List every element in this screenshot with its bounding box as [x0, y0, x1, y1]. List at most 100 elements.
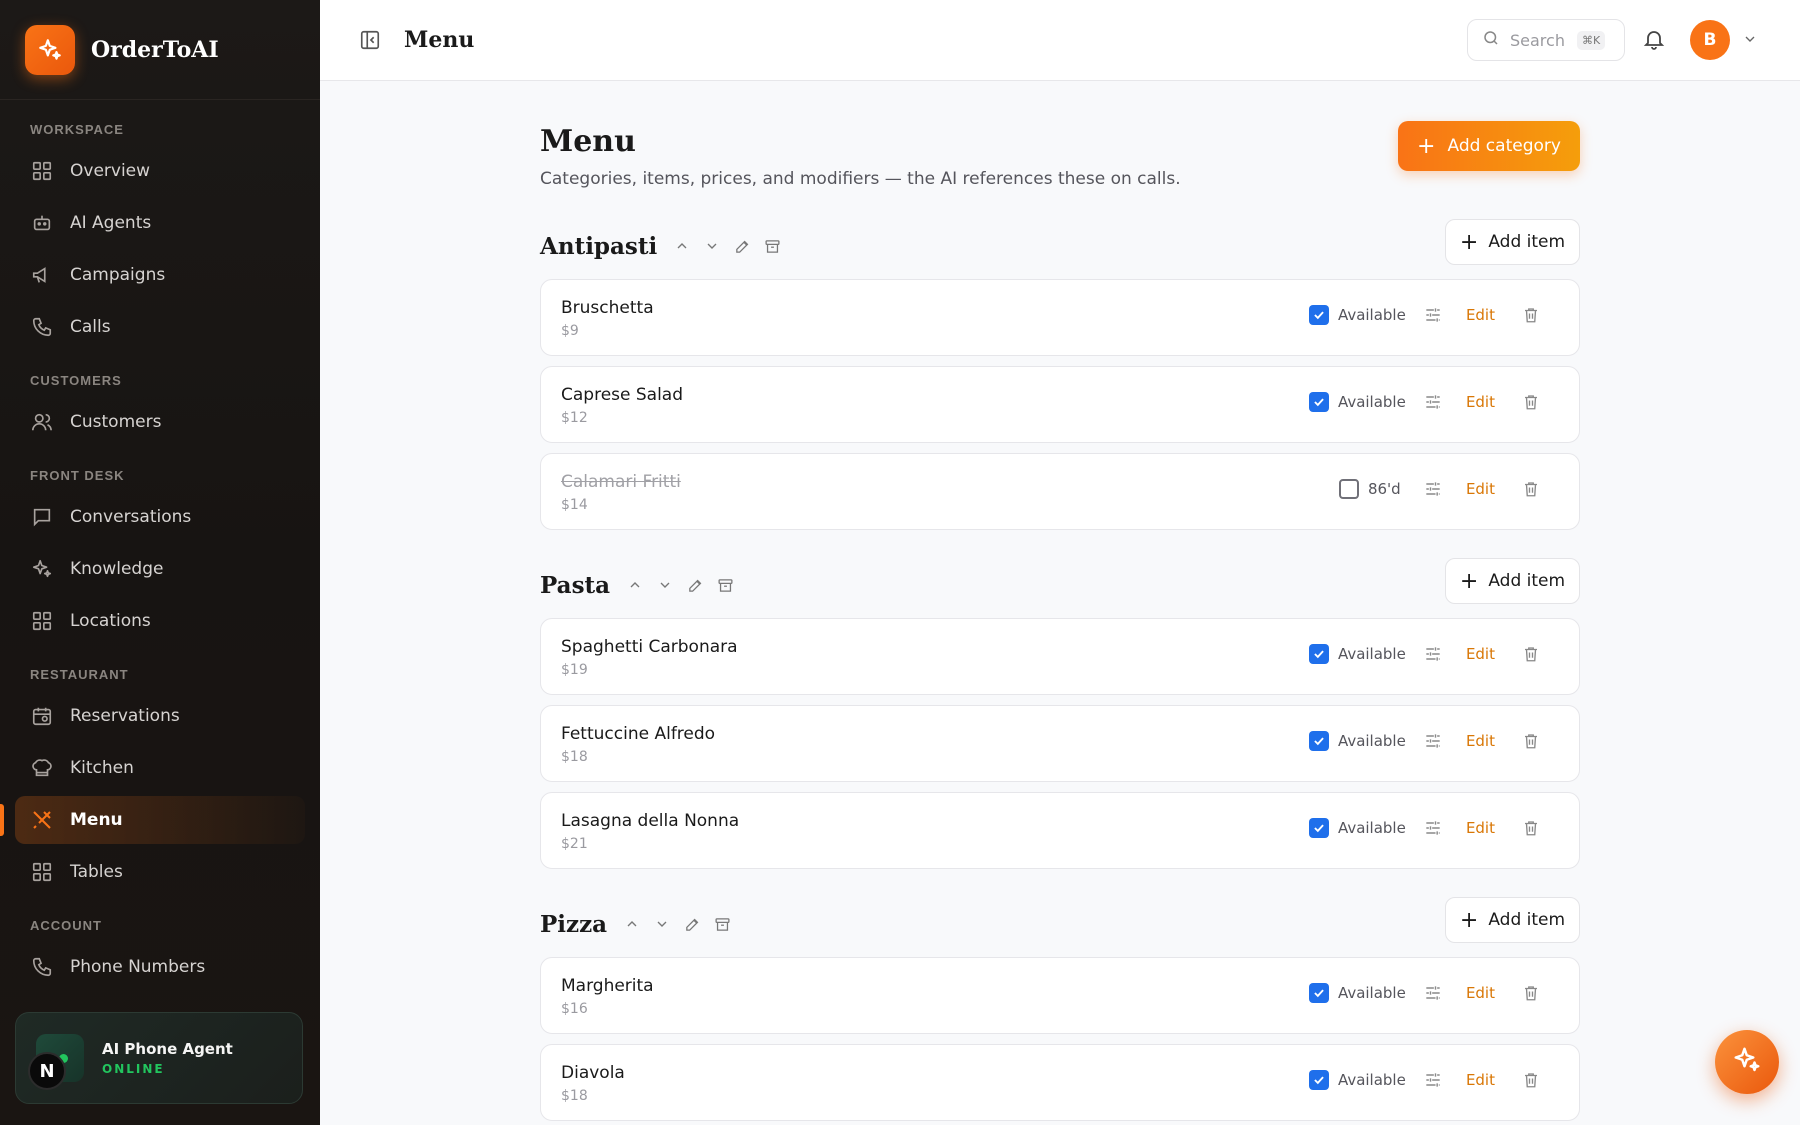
- sidebar-toggle-icon[interactable]: [358, 28, 382, 52]
- sidebar-item-ai-agents[interactable]: AI Agents: [15, 199, 305, 247]
- add-category-button[interactable]: + Add category: [1398, 121, 1580, 171]
- availability-checkbox[interactable]: [1308, 392, 1329, 412]
- category-header: Antipasti + Add item: [540, 217, 1580, 277]
- modifiers-icon[interactable]: [1422, 730, 1444, 752]
- page-subtitle: Categories, items, prices, and modifiers…: [540, 169, 1181, 189]
- sidebar-item-label: Customers: [70, 412, 162, 432]
- sidebar-item-label: Calls: [70, 317, 111, 337]
- pencil-icon[interactable]: [684, 574, 706, 596]
- chevron-down-icon[interactable]: [701, 235, 723, 257]
- topbar-title: Menu: [404, 27, 475, 53]
- edit-link[interactable]: Edit: [1466, 306, 1495, 324]
- pencil-icon[interactable]: [681, 913, 703, 935]
- nav-section-label: RESTAURANT: [30, 667, 129, 682]
- sidebar-item-overview[interactable]: Overview: [15, 147, 305, 195]
- category-tools: [621, 913, 733, 935]
- sparkles-logo-icon: [25, 24, 75, 75]
- chef-hat-icon: [30, 756, 54, 780]
- sidebar-item-menu[interactable]: Menu: [0, 796, 305, 844]
- archive-icon[interactable]: [711, 913, 733, 935]
- trash-icon[interactable]: [1521, 478, 1541, 500]
- trash-icon[interactable]: [1521, 304, 1541, 326]
- trash-icon[interactable]: [1521, 643, 1541, 665]
- trash-icon[interactable]: [1521, 982, 1541, 1004]
- chevron-up-icon[interactable]: [624, 574, 646, 596]
- trash-icon[interactable]: [1521, 817, 1541, 839]
- sidebar-item-tables[interactable]: Tables: [15, 848, 305, 896]
- agent-title: AI Phone Agent: [102, 1040, 233, 1058]
- edit-link[interactable]: Edit: [1466, 819, 1495, 837]
- modifiers-icon[interactable]: [1422, 643, 1444, 665]
- phone-icon: [30, 315, 54, 339]
- search-icon: [1482, 29, 1500, 51]
- trash-icon[interactable]: [1521, 730, 1541, 752]
- availability-checkbox[interactable]: [1308, 983, 1329, 1003]
- sidebar-item-locations[interactable]: Locations: [15, 597, 305, 645]
- sidebar-item-phone-numbers[interactable]: Phone Numbers: [15, 943, 305, 991]
- item-price: $19: [561, 662, 588, 678]
- chevron-up-icon[interactable]: [671, 235, 693, 257]
- archive-icon[interactable]: [761, 235, 783, 257]
- ai-assistant-fab[interactable]: [1715, 1030, 1779, 1094]
- modifiers-icon[interactable]: [1422, 304, 1444, 326]
- sidebar-item-knowledge[interactable]: Knowledge: [15, 545, 305, 593]
- item-name: Margherita: [561, 976, 654, 996]
- availability-checkbox[interactable]: [1308, 644, 1329, 664]
- sidebar-item-label: Tables: [70, 862, 123, 882]
- add-item-button[interactable]: + Add item: [1445, 219, 1580, 265]
- sidebar-item-customers[interactable]: Customers: [15, 398, 305, 446]
- sidebar-item-label: AI Agents: [70, 213, 152, 233]
- sidebar-item-campaigns[interactable]: Campaigns: [15, 251, 305, 299]
- menu-item-row: Spaghetti Carbonara $19 Available Edit: [540, 618, 1580, 695]
- sparkles-icon: [30, 557, 54, 581]
- sidebar-item-reservations[interactable]: Reservations: [15, 692, 305, 740]
- availability-checkbox[interactable]: [1338, 479, 1359, 499]
- item-price: $9: [561, 323, 579, 339]
- edit-link[interactable]: Edit: [1466, 393, 1495, 411]
- trash-icon[interactable]: [1521, 1069, 1541, 1091]
- topbar: Menu Search ⌘K B: [320, 0, 1800, 81]
- page-header: Menu Categories, items, prices, and modi…: [540, 81, 1580, 217]
- brand[interactable]: OrderToAI: [0, 0, 320, 100]
- category-name: Antipasti: [540, 233, 658, 260]
- trash-icon[interactable]: [1521, 391, 1541, 413]
- availability-checkbox[interactable]: [1308, 818, 1329, 838]
- availability-checkbox[interactable]: [1308, 1070, 1329, 1090]
- edit-link[interactable]: Edit: [1466, 732, 1495, 750]
- sidebar-item-label: Menu: [70, 810, 123, 830]
- sidebar-item-conversations[interactable]: Conversations: [15, 493, 305, 541]
- chevron-down-icon[interactable]: [1742, 31, 1758, 51]
- modifiers-icon[interactable]: [1422, 1069, 1444, 1091]
- nav-section-label: FRONT DESK: [30, 468, 125, 483]
- chevron-down-icon[interactable]: [651, 913, 673, 935]
- edit-link[interactable]: Edit: [1466, 480, 1495, 498]
- chevron-up-icon[interactable]: [621, 913, 643, 935]
- modifiers-icon[interactable]: [1422, 478, 1444, 500]
- item-price: $12: [561, 410, 588, 426]
- modifiers-icon[interactable]: [1422, 817, 1444, 839]
- add-item-button[interactable]: + Add item: [1445, 558, 1580, 604]
- add-item-button[interactable]: + Add item: [1445, 897, 1580, 943]
- search-button[interactable]: Search ⌘K: [1467, 19, 1625, 61]
- availability-checkbox[interactable]: [1308, 731, 1329, 751]
- modifiers-icon[interactable]: [1422, 391, 1444, 413]
- edit-link[interactable]: Edit: [1466, 1071, 1495, 1089]
- sidebar: OrderToAI WORKSPACE Overview AI Agents Camp…: [0, 0, 320, 1125]
- availability-checkbox[interactable]: [1308, 305, 1329, 325]
- calendar-icon: [30, 704, 54, 728]
- archive-icon[interactable]: [714, 574, 736, 596]
- user-avatar[interactable]: B: [1690, 20, 1730, 60]
- edit-link[interactable]: Edit: [1466, 645, 1495, 663]
- sidebar-item-kitchen[interactable]: Kitchen: [15, 744, 305, 792]
- ai-agent-card[interactable]: N AI Phone Agent ONLINE: [15, 1012, 303, 1104]
- modifiers-icon[interactable]: [1422, 982, 1444, 1004]
- edit-link[interactable]: Edit: [1466, 984, 1495, 1002]
- chevron-down-icon[interactable]: [654, 574, 676, 596]
- pencil-icon[interactable]: [731, 235, 753, 257]
- bell-icon[interactable]: [1642, 27, 1666, 55]
- availability-label: Available: [1337, 393, 1406, 411]
- sidebar-item-calls[interactable]: Calls: [15, 303, 305, 351]
- item-name: Bruschetta: [561, 298, 654, 318]
- item-price: $21: [561, 836, 588, 852]
- item-actions: Available Edit: [1308, 817, 1541, 839]
